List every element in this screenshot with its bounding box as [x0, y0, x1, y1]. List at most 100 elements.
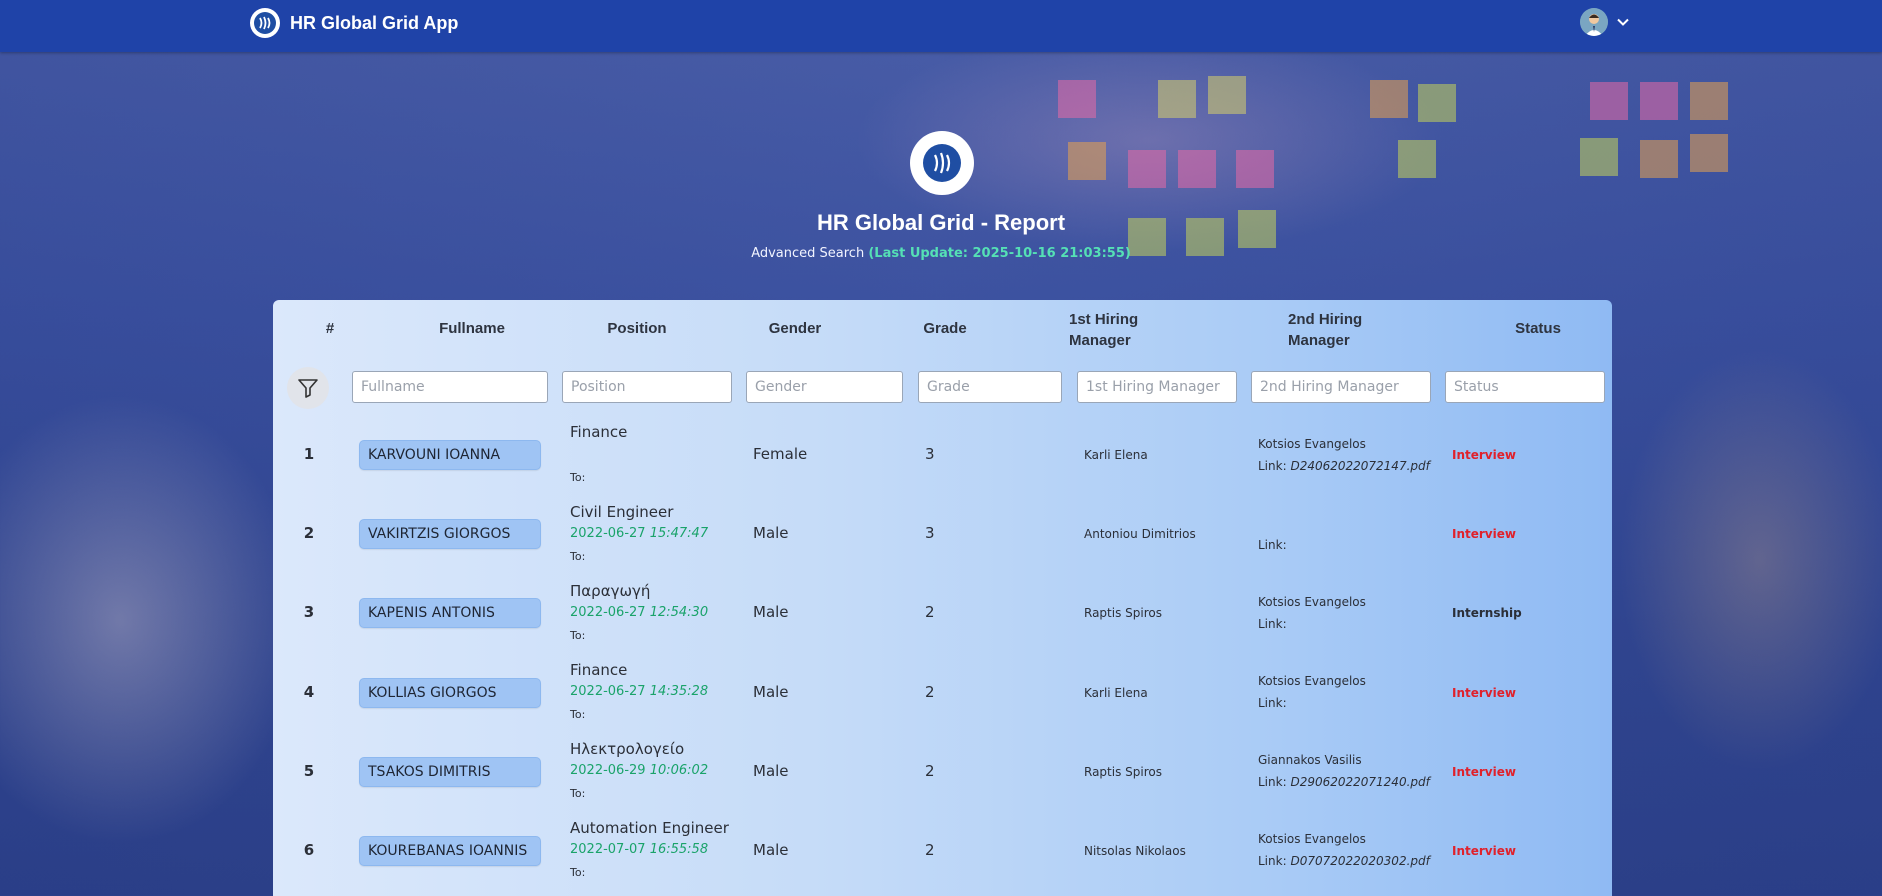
gender-cell: Male — [753, 524, 789, 542]
header-1st-hiring-manager-line1: 1st Hiring — [1069, 311, 1139, 328]
background-sticky-note — [1690, 82, 1728, 120]
2nd-hiring-manager-cell: Kotsios Evangelos — [1258, 595, 1366, 609]
gender-cell: Male — [753, 841, 789, 859]
status-badge: Interview — [1452, 448, 1516, 462]
link-label: Link: — [1258, 538, 1287, 552]
link-label: Link: — [1258, 854, 1287, 868]
link-line: Link: — [1258, 617, 1287, 631]
2nd-hiring-manager-filter-input[interactable] — [1251, 371, 1431, 403]
position-date-time: 14:35:28 — [649, 684, 709, 699]
grade-cell: 2 — [925, 762, 935, 780]
position-date-day: 2022-06-27 — [570, 605, 646, 620]
header-fullname[interactable]: Fullname — [400, 320, 544, 337]
fullname-cell[interactable]: KARVOUNI IOANNA — [359, 440, 541, 470]
cv-link[interactable]: D29062022071240.pdf — [1290, 775, 1429, 789]
top-navbar: HR Global Grid App — [0, 0, 1882, 52]
2nd-hiring-manager-cell: Kotsios Evangelos — [1258, 437, 1366, 451]
subtitle-text: Advanced Search — [751, 246, 865, 261]
header-2nd-hiring-manager[interactable]: 2nd Hiring Manager — [1288, 309, 1398, 351]
position-date-day: 2022-06-27 — [570, 526, 646, 541]
header-position[interactable]: Position — [580, 320, 694, 337]
fullname-cell[interactable]: KOLLIAS GIORGOS — [359, 678, 541, 708]
position-to-label: To: — [570, 708, 586, 721]
header-gender[interactable]: Gender — [740, 320, 850, 337]
header-grade[interactable]: Grade — [900, 320, 990, 337]
link-line: Link: — [1258, 538, 1287, 552]
background-sticky-note — [1236, 150, 1274, 188]
position-date-time: 10:06:02 — [649, 763, 709, 778]
brand[interactable]: HR Global Grid App — [250, 8, 458, 38]
row-number: 3 — [303, 603, 315, 621]
position-title: Ηλεκτρολογείο — [570, 740, 685, 758]
link-line: Link: D24062022072147.pdf — [1258, 459, 1430, 473]
grade-cell: 3 — [925, 524, 935, 542]
link-label: Link: — [1258, 696, 1287, 710]
fullname-filter-input[interactable] — [352, 371, 548, 403]
fullname-cell[interactable]: VAKIRTZIS GIORGOS — [359, 519, 541, 549]
gender-cell: Female — [753, 445, 808, 463]
fullname-cell[interactable]: TSAKOS DIMITRIS — [359, 757, 541, 787]
position-to-label: To: — [570, 629, 586, 642]
2nd-hiring-manager-cell: Kotsios Evangelos — [1258, 832, 1366, 846]
app-title: HR Global Grid App — [290, 12, 459, 33]
cv-link[interactable]: D24062022072147.pdf — [1290, 459, 1429, 473]
link-line: Link: D07072022020302.pdf — [1258, 854, 1430, 868]
user-menu[interactable] — [1580, 8, 1630, 36]
position-date: 2022-06-27 15:47:47 — [570, 526, 708, 541]
position-date: 2022-06-29 10:06:02 — [570, 763, 708, 778]
background-sticky-note — [1058, 80, 1096, 118]
position-title: Παραγωγή — [570, 582, 651, 600]
1st-hiring-manager-cell: Karli Elena — [1084, 686, 1148, 700]
background-sticky-note — [1158, 80, 1196, 118]
page-subtitle: Advanced Search (Last Update: 2025-10-16… — [0, 246, 1882, 261]
header-2nd-hiring-manager-line2: Manager — [1288, 332, 1350, 349]
position-title: Civil Engineer — [570, 503, 674, 521]
waves-logo-icon — [923, 144, 961, 182]
link-line: Link: D29062022071240.pdf — [1258, 775, 1430, 789]
status-badge: Interview — [1452, 686, 1516, 700]
link-line: Link: — [1258, 696, 1287, 710]
background-sticky-note — [1690, 134, 1728, 172]
2nd-hiring-manager-cell: Giannakos Vasilis — [1258, 753, 1362, 767]
header-status[interactable]: Status — [1488, 320, 1588, 337]
background-sticky-note — [1068, 142, 1106, 180]
1st-hiring-manager-cell: Karli Elena — [1084, 448, 1148, 462]
status-filter-input[interactable] — [1445, 371, 1605, 403]
status-badge: Interview — [1452, 844, 1516, 858]
1st-hiring-manager-cell: Nitsolas Nikolaos — [1084, 844, 1186, 858]
1st-hiring-manager-filter-input[interactable] — [1077, 371, 1237, 403]
grade-filter-input[interactable] — [918, 371, 1062, 403]
fullname-cell[interactable]: KOUREBANAS IOANNIS — [359, 836, 541, 866]
header-2nd-hiring-manager-line1: 2nd Hiring — [1288, 311, 1363, 328]
position-to-label: To: — [570, 866, 586, 879]
fullname-cell[interactable]: KAPENIS ANTONIS — [359, 598, 541, 628]
row-number: 2 — [303, 524, 315, 542]
user-avatar-icon — [1580, 8, 1608, 36]
filter-button[interactable] — [287, 367, 329, 409]
filter-icon — [298, 379, 318, 398]
position-date-time: 15:47:47 — [649, 526, 709, 541]
link-label: Link: — [1258, 617, 1287, 631]
header-num[interactable]: # — [315, 320, 345, 337]
position-filter-input[interactable] — [562, 371, 732, 403]
background-sticky-note — [1398, 140, 1436, 178]
row-number: 1 — [303, 445, 315, 463]
grade-cell: 2 — [925, 603, 935, 621]
chevron-down-icon[interactable] — [1616, 15, 1630, 29]
link-label: Link: — [1258, 459, 1287, 473]
1st-hiring-manager-cell: Raptis Spiros — [1084, 606, 1162, 620]
background-sticky-note — [1370, 80, 1408, 118]
grade-cell: 2 — [925, 683, 935, 701]
position-title: Finance — [570, 423, 628, 441]
position-date-day: 2022-06-29 — [570, 763, 646, 778]
grade-cell: 3 — [925, 445, 935, 463]
background-sticky-note — [1208, 76, 1246, 114]
header-1st-hiring-manager[interactable]: 1st Hiring Manager — [1069, 309, 1179, 351]
header-1st-hiring-manager-line2: Manager — [1069, 332, 1131, 349]
position-date-day: 2022-07-07 — [570, 842, 646, 857]
1st-hiring-manager-cell: Raptis Spiros — [1084, 765, 1162, 779]
position-date-day: 2022-06-27 — [570, 684, 646, 699]
cv-link[interactable]: D07072022020302.pdf — [1290, 854, 1429, 868]
gender-filter-input[interactable] — [746, 371, 903, 403]
position-to-label: To: — [570, 471, 586, 484]
